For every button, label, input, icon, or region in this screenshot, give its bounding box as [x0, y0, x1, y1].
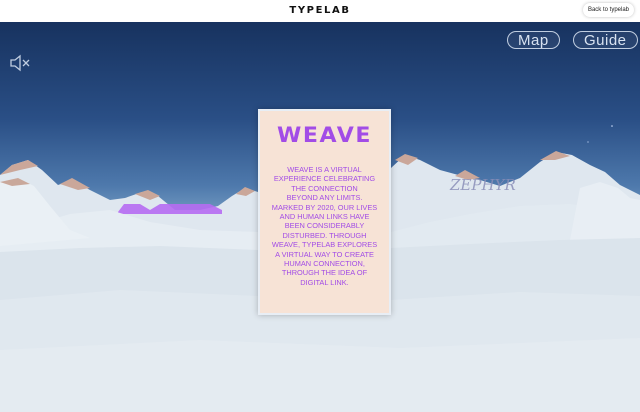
- card-text-line: WEAVE IS A VIRTUAL: [287, 165, 362, 174]
- card-text-line: MARKED BY 2020, OUR LIVES: [271, 202, 378, 212]
- card-title: WEAVE: [277, 123, 372, 147]
- star: [587, 141, 589, 143]
- top-bar: TYPELAB Back to typelab: [0, 0, 640, 22]
- card-text-line: DISTURBED. THROUGH: [282, 230, 367, 240]
- brand-logo[interactable]: TYPELAB: [0, 5, 640, 16]
- card-text-line: HUMAN CONNECTION,: [284, 259, 365, 269]
- weave-info-card: WEAVE WEAVE IS A VIRTUAL EXPERIENCE CELE…: [258, 109, 391, 315]
- map-button[interactable]: Map: [507, 31, 560, 49]
- card-text-line: WEAVE, TYPELAB EXPLORES: [271, 240, 378, 250]
- card-text-line: THROUGH THE IDEA OF: [281, 268, 368, 278]
- background-word: ZEPHYR: [449, 176, 516, 194]
- card-text-line: BEEN CONSIDERABLY: [284, 221, 365, 231]
- speaker-muted-icon[interactable]: [9, 54, 33, 72]
- card-text-line: BEYOND ANY LIMITS.: [286, 193, 363, 203]
- card-text-line: AND HUMAN LINKS HAVE: [279, 212, 370, 222]
- guide-button[interactable]: Guide: [573, 31, 638, 49]
- card-text-line: THE CONNECTION: [291, 183, 358, 193]
- back-to-typelab-button[interactable]: Back to typelab: [582, 3, 634, 17]
- card-text-line: EXPERIENCE CELEBRATING: [273, 174, 376, 184]
- star: [611, 125, 613, 127]
- card-description: WEAVE IS A VIRTUAL EXPERIENCE CELEBRATIN…: [266, 165, 383, 287]
- card-text-line: DIGITAL LINK.: [300, 277, 349, 287]
- card-text-line: A VIRTUAL WAY TO CREATE: [275, 249, 374, 259]
